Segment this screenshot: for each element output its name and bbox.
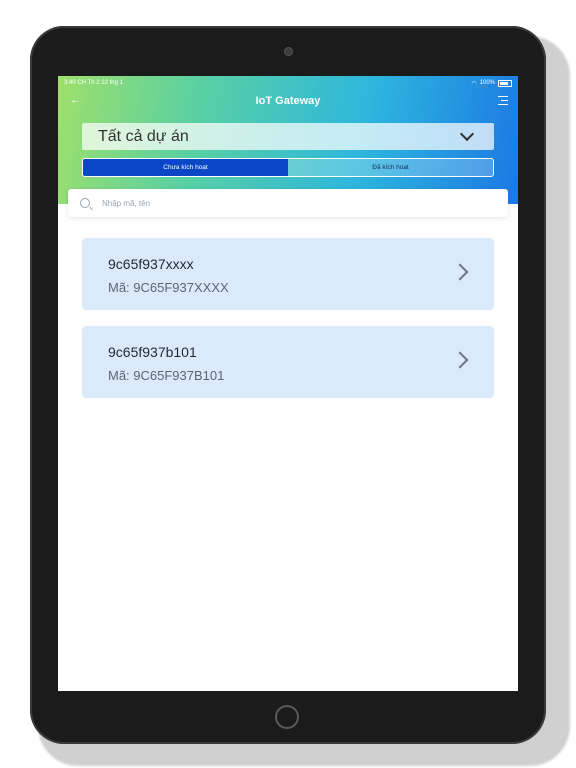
device-card[interactable]: 9c65f937b101 Mã: 9C65F937B101 bbox=[82, 326, 494, 398]
app-screen: 3:40 CH Th 2 22 thg 1 ◠ 100% ← IoT Gatew… bbox=[58, 76, 518, 691]
project-dropdown-label: Tất cả dự án bbox=[98, 127, 189, 145]
project-dropdown[interactable]: Tất cả dự án bbox=[82, 123, 494, 150]
menu-icon[interactable] bbox=[498, 96, 508, 108]
home-button[interactable] bbox=[275, 705, 299, 729]
battery-level: 100% bbox=[479, 80, 495, 86]
search-input[interactable] bbox=[100, 197, 484, 209]
device-code: Mã: 9C65F937XXXX bbox=[108, 280, 229, 295]
tab-not-activated[interactable]: Chưa kích hoạt bbox=[83, 159, 288, 176]
status-time: 3:40 CH Th 2 22 thg 1 bbox=[64, 80, 123, 86]
device-card[interactable]: 9c65f937xxxx Mã: 9C65F937XXXX bbox=[82, 238, 494, 310]
camera-icon bbox=[284, 47, 293, 56]
chevron-right-icon bbox=[451, 351, 469, 369]
page-title: IoT Gateway bbox=[255, 95, 321, 107]
device-name: 9c65f937b101 bbox=[108, 344, 197, 360]
tab-activated[interactable]: Đã kích hoạt bbox=[288, 159, 493, 176]
wifi-icon: ◠ bbox=[471, 80, 477, 87]
search-bar bbox=[68, 189, 508, 217]
header: 3:40 CH Th 2 22 thg 1 ◠ 100% ← IoT Gatew… bbox=[58, 76, 518, 204]
search-icon bbox=[80, 198, 90, 208]
chevron-down-icon bbox=[459, 126, 475, 142]
device-code: Mã: 9C65F937B101 bbox=[108, 368, 225, 383]
activation-tabs: Chưa kích hoạt Đã kích hoạt bbox=[82, 158, 494, 177]
status-bar: 3:40 CH Th 2 22 thg 1 ◠ 100% bbox=[64, 78, 512, 88]
device-name: 9c65f937xxxx bbox=[108, 256, 194, 272]
battery-icon bbox=[498, 79, 512, 87]
chevron-right-icon bbox=[451, 263, 469, 281]
